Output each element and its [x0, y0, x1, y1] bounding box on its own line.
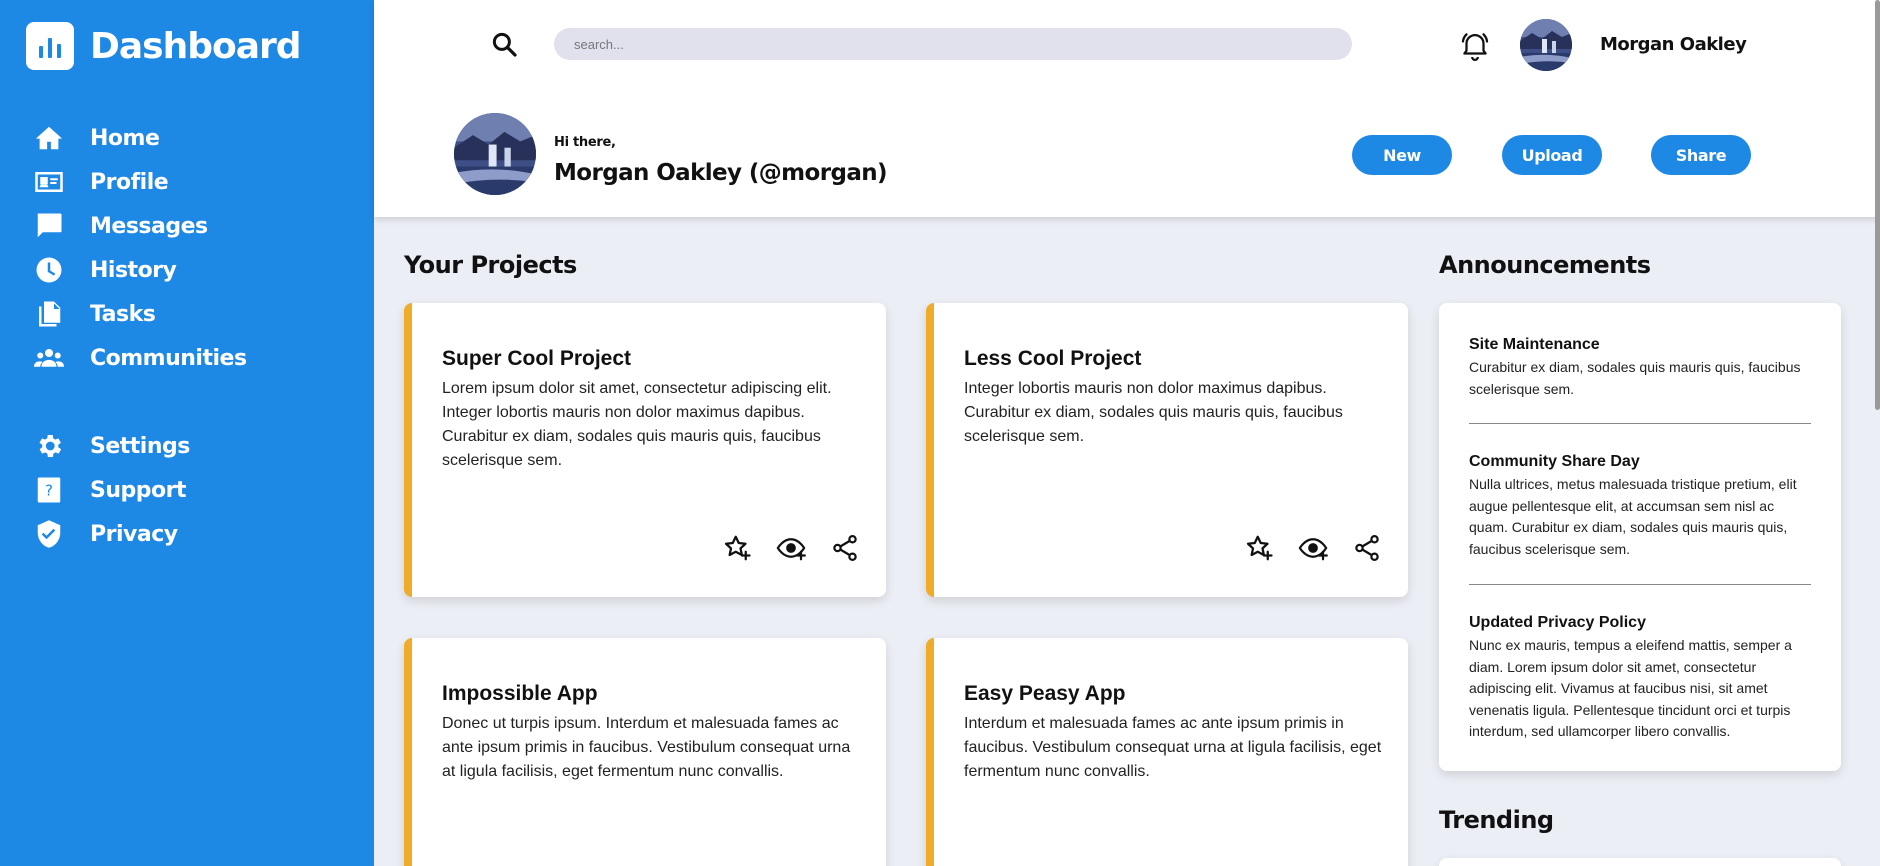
projects-title: Your Projects — [404, 251, 577, 279]
sidebar-item-settings[interactable]: Settings — [34, 424, 190, 468]
avatar[interactable] — [1520, 19, 1572, 71]
project-title: Less Cool Project — [964, 347, 1142, 370]
sidebar-item-messages[interactable]: Messages — [34, 204, 247, 248]
sidebar-item-label: Home — [90, 125, 160, 151]
watch-icon[interactable] — [1298, 533, 1328, 563]
announcement-item[interactable]: Community Share Day Nulla ultrices, metu… — [1469, 453, 1809, 560]
upload-button[interactable]: Upload — [1502, 135, 1602, 175]
sidebar-item-history[interactable]: History — [34, 248, 247, 292]
project-card[interactable]: Easy Peasy App Interdum et malesuada fam… — [926, 638, 1408, 866]
chat-bubble-icon — [34, 211, 64, 241]
sidebar-item-support[interactable]: ? Support — [34, 468, 190, 512]
trending-title: Trending — [1439, 806, 1554, 834]
profile-card-icon — [34, 167, 64, 197]
scrollbar[interactable] — [1875, 0, 1880, 410]
header: Morgan Oakley Hi there, Morgan Oakley (@… — [374, 0, 1880, 217]
sidebar-item-label: Messages — [90, 213, 208, 239]
brand[interactable]: Dashboard — [26, 22, 302, 70]
announcement-body: Curabitur ex diam, sodales quis mauris q… — [1469, 359, 1801, 397]
sidebar-nav-secondary: Settings ? Support Privacy — [34, 424, 190, 556]
share-icon[interactable] — [830, 533, 860, 563]
sidebar-item-tasks[interactable]: Tasks — [34, 292, 247, 336]
project-description: Interdum et malesuada fames ac ante ipsu… — [964, 715, 1382, 780]
search-input[interactable] — [554, 28, 1352, 60]
svg-text:?: ? — [45, 482, 53, 500]
announcement-title: Site Maintenance — [1469, 336, 1600, 353]
sidebar-item-label: Tasks — [90, 301, 156, 327]
documents-icon — [34, 299, 64, 329]
divider — [1469, 423, 1811, 424]
sidebar-item-label: Settings — [90, 433, 190, 459]
sidebar-item-home[interactable]: Home — [34, 116, 247, 160]
sidebar-item-profile[interactable]: Profile — [34, 160, 247, 204]
greeting-name: Morgan Oakley (@morgan) — [554, 160, 888, 186]
people-group-icon — [34, 343, 64, 373]
greeting-label: Hi there, — [554, 135, 616, 150]
project-description: Donec ut turpis ipsum. Interdum et males… — [442, 715, 851, 780]
sidebar-item-label: Communities — [90, 345, 247, 371]
help-icon: ? — [34, 475, 64, 505]
gear-icon — [34, 431, 64, 461]
project-title: Impossible App — [442, 682, 598, 705]
announcement-body: Nunc ex mauris, tempus a eleifend mattis… — [1469, 637, 1792, 739]
sidebar-item-communities[interactable]: Communities — [34, 336, 247, 380]
sidebar-item-label: History — [90, 257, 177, 283]
clock-icon — [34, 255, 64, 285]
project-actions — [1244, 533, 1382, 563]
brand-title: Dashboard — [90, 25, 302, 67]
share-button[interactable]: Share — [1651, 135, 1751, 175]
star-add-icon[interactable] — [722, 533, 752, 563]
share-icon[interactable] — [1352, 533, 1382, 563]
project-card[interactable]: Super Cool Project Lorem ipsum dolor sit… — [404, 303, 886, 597]
project-description: Lorem ipsum dolor sit amet, consectetur … — [442, 380, 832, 469]
new-button[interactable]: New — [1352, 135, 1452, 175]
sidebar: Dashboard Home Profile Messages History … — [0, 0, 374, 866]
divider — [1469, 584, 1811, 585]
announcements-panel: Site Maintenance Curabitur ex diam, soda… — [1439, 303, 1841, 771]
announcement-item[interactable]: Site Maintenance Curabitur ex diam, soda… — [1469, 336, 1809, 400]
project-card[interactable]: Impossible App Donec ut turpis ipsum. In… — [404, 638, 886, 866]
project-card[interactable]: Less Cool Project Integer lobortis mauri… — [926, 303, 1408, 597]
announcements-title: Announcements — [1439, 251, 1651, 279]
sidebar-item-label: Privacy — [90, 521, 178, 547]
home-icon — [34, 123, 64, 153]
bar-chart-icon — [26, 22, 74, 70]
announcement-title: Community Share Day — [1469, 453, 1640, 470]
sidebar-item-label: Profile — [90, 169, 169, 195]
announcement-title: Updated Privacy Policy — [1469, 614, 1646, 631]
sidebar-item-privacy[interactable]: Privacy — [34, 512, 190, 556]
announcement-body: Nulla ultrices, metus malesuada tristiqu… — [1469, 476, 1797, 557]
user-name[interactable]: Morgan Oakley — [1600, 34, 1747, 55]
watch-icon[interactable] — [776, 533, 806, 563]
announcement-item[interactable]: Updated Privacy Policy Nunc ex mauris, t… — [1469, 614, 1809, 743]
trending-panel — [1439, 858, 1841, 866]
project-title: Super Cool Project — [442, 347, 632, 370]
sidebar-nav-main: Home Profile Messages History Tasks Comm… — [34, 116, 247, 380]
project-actions — [722, 533, 860, 563]
project-title: Easy Peasy App — [964, 682, 1126, 705]
bell-icon[interactable] — [1458, 28, 1492, 62]
star-add-icon[interactable] — [1244, 533, 1274, 563]
sidebar-item-label: Support — [90, 477, 186, 503]
project-description: Integer lobortis mauris non dolor maximu… — [964, 380, 1343, 445]
search-icon[interactable] — [490, 30, 520, 60]
shield-check-icon — [34, 519, 64, 549]
profile-avatar — [454, 113, 536, 195]
